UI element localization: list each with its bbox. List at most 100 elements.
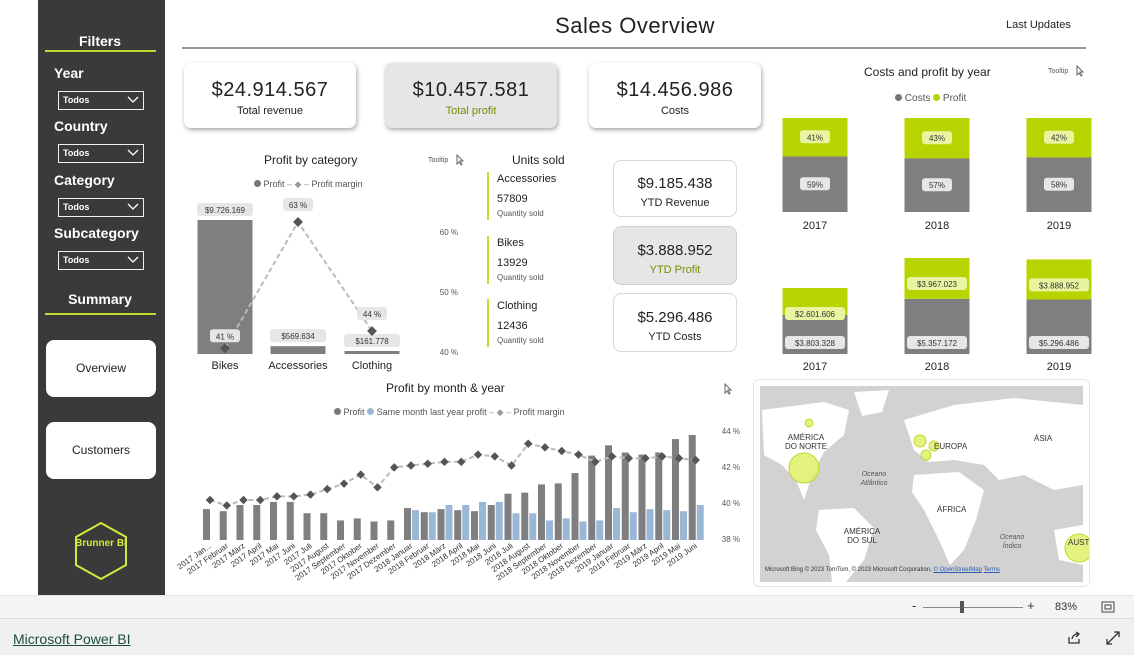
chevron-down-icon <box>127 96 139 103</box>
last-year-profit-bar <box>596 520 604 540</box>
map-visual[interactable]: AMÉRICA DO NORTE EUROPA ÁSIA Oceano Atlâ… <box>753 379 1094 587</box>
map-bubble-usa[interactable] <box>788 452 820 484</box>
monthly-margin-point <box>540 443 550 452</box>
subcategory-filter-label: Subcategory <box>54 225 139 241</box>
legend-dot-icon <box>895 94 902 101</box>
ytd-label: YTD Profit <box>649 264 701 276</box>
monthly-profit-bar <box>203 509 210 540</box>
monthly-margin-point <box>457 457 466 467</box>
legend-item: Profit <box>263 179 285 189</box>
profit-percent-label: 42% <box>1051 134 1067 143</box>
legend-item: Profit margin <box>513 407 565 417</box>
monthly-margin-point <box>272 492 282 501</box>
map-label-indian-ocean: Oceano Índico <box>999 534 1025 550</box>
map-label-africa: ÁFRICA <box>937 505 967 514</box>
category-filter-dropdown[interactable]: Todos <box>58 198 144 217</box>
pointer-icon[interactable] <box>1074 65 1086 77</box>
units-sub-label: Quantity sold <box>497 273 544 282</box>
pointer-icon[interactable] <box>454 154 466 166</box>
units-category-name: Bikes <box>497 237 524 249</box>
filters-title: Filters <box>78 33 121 49</box>
monthly-margin-point <box>406 461 416 470</box>
monthly-profit-bar <box>320 513 328 540</box>
units-quantity: 13929 <box>497 257 528 269</box>
ytd-label: YTD Costs <box>648 331 702 343</box>
profit-margin-point <box>293 217 303 227</box>
kpi-total-profit: $10.457.581 Total profit <box>385 63 557 128</box>
tooltip-label[interactable]: Tooltip <box>1048 68 1068 75</box>
zoom-slider-handle[interactable] <box>960 601 964 613</box>
ytd-value: $5.296.486 <box>637 309 713 326</box>
brunner-logo-icon <box>75 521 127 581</box>
zoom-out-button[interactable]: - <box>912 598 916 613</box>
fit-to-page-icon[interactable] <box>1101 601 1115 613</box>
year-filter-dropdown[interactable]: Todos <box>58 91 144 110</box>
category-profit-label: $161.778 <box>355 337 389 346</box>
profit-margin-label: 63 % <box>289 201 307 210</box>
zoom-in-button[interactable]: + <box>1027 598 1035 613</box>
costs-profit-amount-chart: $2.601.606 $3.803.328 2017 $3.967.023 $5.357… <box>782 258 1092 373</box>
header-divider <box>182 47 1086 49</box>
ytd-value: $9.185.438 <box>637 175 713 192</box>
country-filter-dropdown[interactable]: Todos <box>58 144 144 163</box>
last-year-profit-bar <box>646 509 654 540</box>
map-bubble-canada[interactable] <box>804 418 814 428</box>
map-attribution: Microsoft Bing © 2023 TomTom, © 2023 Mic… <box>765 567 1000 573</box>
last-year-profit-bar <box>696 505 704 540</box>
map-canvas[interactable] <box>754 380 1094 586</box>
monthly-margin-point <box>205 495 215 505</box>
legend-dot-icon <box>334 408 341 415</box>
zoom-level: 83% <box>1055 601 1078 613</box>
legend-item: Profit <box>343 407 365 417</box>
costs-percent-label: 57% <box>929 181 945 190</box>
bottom-bar: Microsoft Power BI <box>0 618 1134 655</box>
zoom-slider-track[interactable] <box>923 607 1023 608</box>
subcategory-filter-dropdown[interactable]: Todos <box>58 251 144 270</box>
chevron-down-icon <box>127 256 139 263</box>
map-bubble-france[interactable] <box>920 449 932 461</box>
monthly-profit-bar <box>353 518 361 540</box>
fullscreen-icon[interactable] <box>1106 631 1120 645</box>
monthly-margin-point <box>306 490 315 499</box>
bing-logo: Microsoft Bing <box>765 567 804 573</box>
category-axis-label: Clothing <box>352 360 392 372</box>
share-icon[interactable] <box>1067 631 1081 645</box>
legend-item: Same month last year profit <box>376 407 487 417</box>
customers-nav-button[interactable]: Customers <box>46 422 156 479</box>
map-bubble-uk[interactable] <box>913 434 927 448</box>
overview-nav-button[interactable]: Overview <box>46 340 156 397</box>
power-bi-link[interactable]: Microsoft Power BI <box>13 631 130 647</box>
year-filter-label: Year <box>54 65 84 81</box>
last-year-profit-bar <box>445 505 453 540</box>
category-filter-value: Todos <box>63 202 90 212</box>
profit-margin-label: 44 % <box>363 310 381 319</box>
costs-amount-label: $5.357.172 <box>917 339 958 348</box>
units-category-name: Accessories <box>497 173 557 185</box>
year-axis-label: 2019 <box>1047 220 1071 232</box>
osm-link[interactable]: © OpenStreetMap <box>933 567 981 573</box>
units-sub-label: Quantity sold <box>497 336 544 345</box>
kpi-total-revenue: $24.914.567 Total revenue <box>184 63 356 128</box>
kpi-label: Total revenue <box>236 105 304 117</box>
year-axis-label: 2018 <box>925 361 949 373</box>
page-title: Sales Overview <box>555 13 715 38</box>
profit-by-month-legend: Profit Same month last year profit – ◆ –… <box>334 407 565 418</box>
profit-by-category-chart: $9.726.169 Bikes $569.634 Accessories $161.7… <box>197 198 458 372</box>
terms-link[interactable]: Terms <box>984 567 1000 573</box>
legend-item: Costs <box>904 93 931 104</box>
legend-item: Profit <box>942 93 967 104</box>
year-axis-label: 2017 <box>803 361 827 373</box>
profit-amount-label: $2.601.606 <box>795 310 836 319</box>
legend-dot-icon <box>254 180 261 187</box>
profit-by-category-title: Profit by category <box>264 153 358 167</box>
last-year-profit-bar <box>512 513 520 540</box>
tooltip-label[interactable]: Tooltip <box>428 157 448 164</box>
monthly-profit-bar <box>420 512 428 540</box>
monthly-margin-point <box>574 450 583 459</box>
units-sold-title: Units sold <box>512 153 565 167</box>
category-profit-bar <box>344 351 400 354</box>
pointer-icon[interactable] <box>722 383 734 395</box>
monthly-margin-point <box>390 463 399 472</box>
monthly-profit-bar <box>621 452 629 540</box>
monthly-profit-bar <box>286 501 294 540</box>
